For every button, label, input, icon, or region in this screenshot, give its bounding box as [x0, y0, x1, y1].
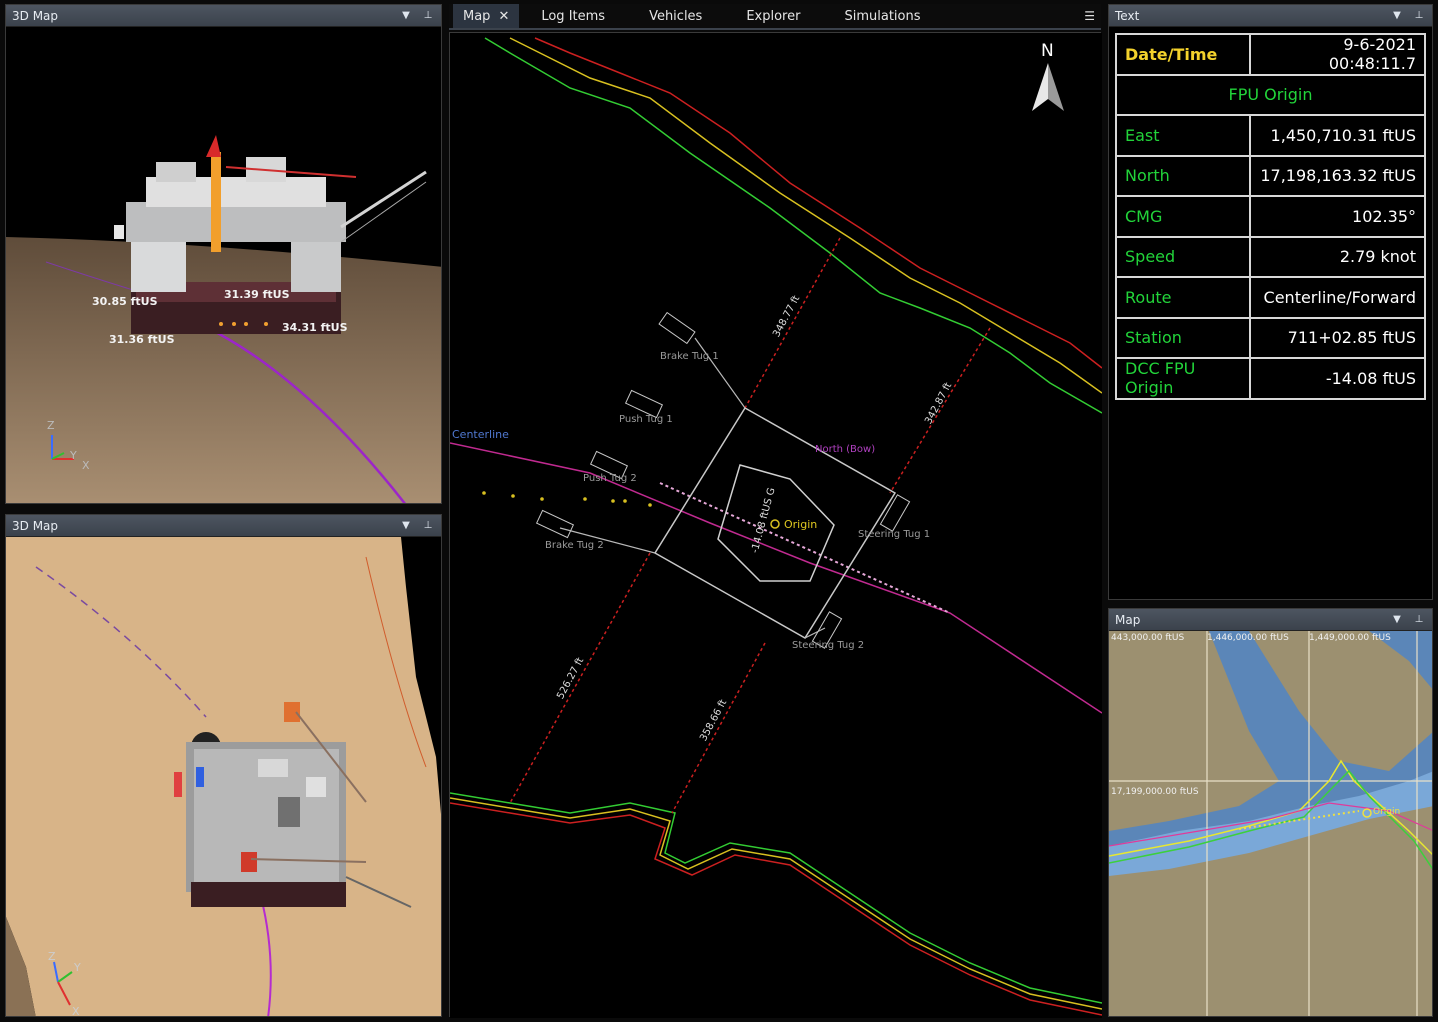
tab-menu-icon[interactable]: ☰ — [1084, 9, 1095, 23]
main-map-view[interactable]: N Centerline Origin North (Bow) Brake Tu… — [449, 32, 1103, 1018]
axis-label: 17,199,000.00 ftUS — [1111, 787, 1199, 797]
north-bow-label: North (Bow) — [815, 444, 876, 455]
panel-title: 3D Map — [12, 8, 59, 23]
depth-label: 30.85 ftUS — [92, 295, 158, 308]
axis-x-label: X — [82, 459, 90, 472]
depth-label: 31.36 ftUS — [109, 333, 175, 346]
panel-title: Text — [1115, 8, 1140, 23]
row-key: DCC FPU Origin — [1115, 357, 1251, 400]
table-row: Route Centerline/Forward — [1115, 276, 1426, 319]
row-key: Speed — [1115, 235, 1251, 278]
vessel-label: Push Tug 2 — [583, 473, 637, 484]
axis-z-label: Z — [47, 419, 55, 432]
datetime-key: Date/Time — [1115, 33, 1251, 76]
table-row: FPU Origin — [1115, 73, 1426, 116]
panel-title: 3D Map — [12, 518, 59, 533]
tab-label: Vehicles — [649, 8, 703, 24]
mini-map-panel: Map ▼ ⊥ 443,000.00 ftUS 1,446,000.00 ftU… — [1108, 608, 1433, 1017]
table-row: CMG 102.35° — [1115, 195, 1426, 238]
table-row: Station 711+02.85 ftUS — [1115, 316, 1426, 359]
panel-header: 3D Map ▼ ⊥ — [6, 5, 441, 27]
mini-map-canvas[interactable]: 443,000.00 ftUS 1,446,000.00 ftUS 1,449,… — [1109, 631, 1432, 1016]
vessel-label: Steering Tug 1 — [858, 529, 931, 540]
table-row: Speed 2.79 knot — [1115, 235, 1426, 278]
row-key: Station — [1115, 316, 1251, 359]
row-value: 2.79 knot — [1249, 235, 1426, 278]
tab-explorer[interactable]: Explorer — [724, 4, 822, 28]
panel-header: 3D Map ▼ ⊥ — [6, 515, 441, 537]
pin-icon[interactable]: ⊥ — [421, 9, 435, 23]
main-map-canvas — [449, 33, 1103, 1018]
dropdown-icon[interactable]: ▼ — [1390, 9, 1404, 23]
text-panel: Text ▼ ⊥ Date/Time 9-6-2021 00:48:11.7 F… — [1108, 4, 1433, 600]
dropdown-icon[interactable]: ▼ — [399, 9, 413, 23]
tab-label: Log Items — [541, 8, 606, 24]
tab-vehicles[interactable]: Vehicles — [627, 4, 724, 28]
3d-scene-bottom — [6, 537, 441, 1016]
panel-header: Map ▼ ⊥ — [1109, 609, 1432, 631]
table-row: North 17,198,163.32 ftUS — [1115, 154, 1426, 197]
tab-label: Explorer — [746, 8, 801, 24]
row-value: 1,450,710.31 ftUS — [1249, 114, 1426, 157]
3d-scene-top — [6, 27, 441, 503]
axis-x-label: X — [72, 1005, 80, 1016]
close-icon[interactable]: ✕ — [498, 9, 509, 24]
vessel-label: Steering Tug 2 — [792, 640, 865, 651]
origin-label: Origin — [1373, 807, 1401, 817]
depth-label: 34.31 ftUS — [282, 321, 348, 334]
tab-map[interactable]: Map ✕ — [453, 4, 520, 28]
table-row: Date/Time 9-6-2021 00:48:11.7 — [1115, 33, 1426, 76]
axis-z-label: Z — [48, 950, 56, 963]
3d-map-panel-bottom: 3D Map ▼ ⊥ Z Y X — [5, 514, 442, 1017]
tab-simulations[interactable]: Simulations — [822, 4, 942, 28]
pin-icon[interactable]: ⊥ — [421, 519, 435, 533]
axis-y-label: Y — [74, 961, 81, 974]
row-key: Route — [1115, 276, 1251, 319]
status-table: Date/Time 9-6-2021 00:48:11.7 FPU Origin… — [1115, 33, 1426, 400]
depth-label: 31.39 ftUS — [224, 288, 290, 301]
row-value: 102.35° — [1249, 195, 1426, 238]
row-key: CMG — [1115, 195, 1251, 238]
vessel-label: Brake Tug 2 — [545, 540, 604, 551]
axis-label: 443,000.00 ftUS — [1111, 633, 1185, 643]
panel-title: Map — [1115, 612, 1141, 627]
datetime-value: 9-6-2021 00:48:11.7 — [1249, 33, 1426, 76]
row-value: -14.08 ftUS — [1249, 357, 1426, 400]
table-row: DCC FPU Origin -14.08 ftUS — [1115, 357, 1426, 400]
centerline-label: Centerline — [452, 428, 509, 441]
axis-label: 1,449,000.00 ftUS — [1309, 633, 1391, 643]
axis-y-label: Y — [70, 449, 77, 462]
row-key: East — [1115, 114, 1251, 157]
3d-map-panel-top: 3D Map ▼ ⊥ 30.85 ftUS 31.39 ftUS 31.36 f… — [5, 4, 442, 504]
seabed-surface — [6, 237, 441, 503]
dropdown-icon[interactable]: ▼ — [399, 519, 413, 533]
pin-icon[interactable]: ⊥ — [1412, 9, 1426, 23]
nautical-chart — [1109, 631, 1432, 1016]
axis-label: 1,446,000.00 ftUS — [1207, 633, 1289, 643]
tab-label: Simulations — [844, 8, 921, 24]
vessel-label: Brake Tug 1 — [660, 351, 719, 362]
main-tab-bar: Map ✕ Log Items Vehicles Explorer Simula… — [449, 4, 1101, 30]
3d-viewport-bottom[interactable]: Z Y X — [6, 537, 441, 1016]
pin-icon[interactable]: ⊥ — [1412, 613, 1426, 627]
row-value: 17,198,163.32 ftUS — [1249, 154, 1426, 197]
panel-header: Text ▼ ⊥ — [1109, 5, 1432, 27]
text-panel-body: Date/Time 9-6-2021 00:48:11.7 FPU Origin… — [1109, 27, 1432, 599]
3d-viewport-top[interactable]: 30.85 ftUS 31.39 ftUS 31.36 ftUS 34.31 f… — [6, 27, 441, 503]
table-row: East 1,450,710.31 ftUS — [1115, 114, 1426, 157]
dropdown-icon[interactable]: ▼ — [1390, 613, 1404, 627]
section-header: FPU Origin — [1115, 73, 1426, 116]
origin-label: Origin — [784, 518, 818, 531]
north-label: N — [1041, 41, 1054, 61]
tab-label: Map — [463, 8, 491, 24]
row-key: North — [1115, 154, 1251, 197]
row-value: 711+02.85 ftUS — [1249, 316, 1426, 359]
tab-log-items[interactable]: Log Items — [519, 4, 627, 28]
vessel-label: Push Tug 1 — [619, 414, 673, 425]
row-value: Centerline/Forward — [1249, 276, 1426, 319]
